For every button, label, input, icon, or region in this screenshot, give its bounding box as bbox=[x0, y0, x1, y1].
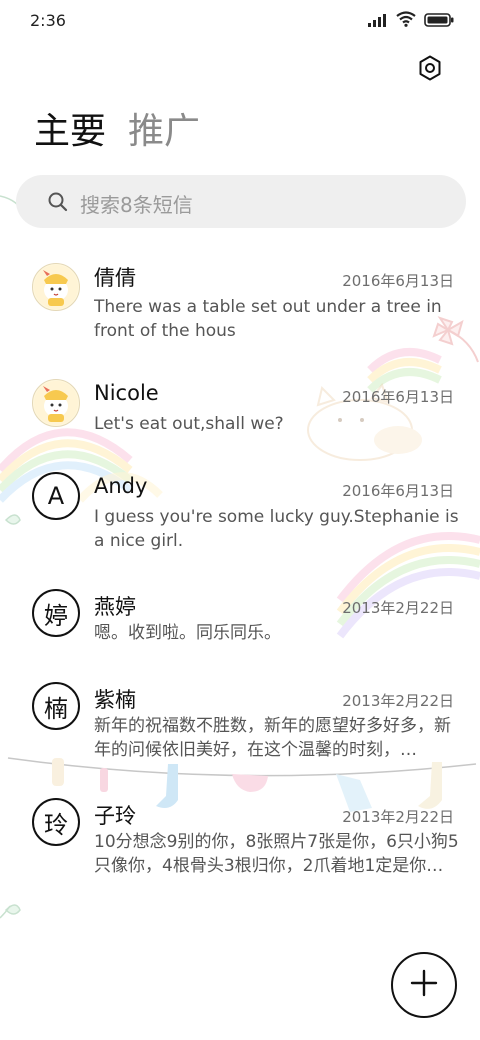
contact-name: Andy bbox=[94, 474, 148, 498]
contact-name: 紫楠 bbox=[94, 688, 136, 712]
conversation-item[interactable]: 婷 燕婷 2013年2月22日 嗯。收到啦。同乐同乐。 bbox=[0, 587, 480, 657]
message-preview: Let's eat out,shall we? bbox=[94, 414, 284, 434]
messages-screen: 2:36 主要 推广 搜索8条短信 倩倩 2016年6月13日 There wa… bbox=[0, 0, 480, 1040]
avatar: 婷 bbox=[32, 589, 80, 637]
status-time: 2:36 bbox=[30, 11, 66, 30]
status-icons bbox=[368, 11, 454, 31]
tab-primary[interactable]: 主要 bbox=[34, 110, 106, 154]
battery-icon bbox=[424, 12, 454, 31]
message-date: 2013年2月22日 bbox=[342, 692, 454, 710]
message-preview: 新年的祝福数不胜数，新年的愿望好多好多，新年的问候依旧美好，在这个温馨的时刻，… bbox=[94, 716, 451, 760]
message-date: 2016年6月13日 bbox=[342, 388, 454, 406]
conversation-item[interactable]: 玲 子玲 2013年2月22日 10分想念9别的你，8张照片7张是你，6只小狗5… bbox=[0, 796, 480, 886]
wifi-icon bbox=[396, 11, 416, 31]
contact-name: 子玲 bbox=[94, 804, 136, 828]
settings-button[interactable] bbox=[412, 52, 448, 88]
plus-icon bbox=[410, 969, 438, 1001]
signal-icon bbox=[368, 12, 388, 31]
conversation-item[interactable]: Nicole 2016年6月13日 Let's eat out,shall we… bbox=[0, 376, 480, 450]
message-preview: 嗯。收到啦。同乐同乐。 bbox=[94, 623, 281, 643]
avatar bbox=[32, 379, 80, 427]
avatar: 玲 bbox=[32, 798, 80, 846]
contact-name: Nicole bbox=[94, 381, 159, 405]
message-preview: 10分想念9别的你，8张照片7张是你，6只小狗5只像你，4根骨头3根归你，2爪着… bbox=[94, 832, 459, 876]
avatar: A bbox=[32, 472, 80, 520]
new-message-button[interactable] bbox=[391, 952, 457, 1018]
avatar bbox=[32, 263, 80, 311]
avatar: 楠 bbox=[32, 682, 80, 730]
conversation-item[interactable]: A Andy 2016年6月13日 I guess you're some lu… bbox=[0, 470, 480, 560]
message-date: 2013年2月22日 bbox=[342, 599, 454, 617]
conversation-item[interactable]: 楠 紫楠 2013年2月22日 新年的祝福数不胜数，新年的愿望好多好多，新年的问… bbox=[0, 680, 480, 770]
contact-name: 倩倩 bbox=[94, 266, 136, 290]
conversation-item[interactable]: 倩倩 2016年6月13日 There was a table set out … bbox=[0, 258, 480, 358]
category-tabs: 主要 推广 bbox=[34, 110, 200, 154]
message-date: 2016年6月13日 bbox=[342, 482, 454, 500]
status-bar: 2:36 bbox=[0, 0, 480, 40]
message-date: 2016年6月13日 bbox=[342, 272, 454, 290]
settings-icon bbox=[418, 55, 442, 85]
message-preview: There was a table set out under a tree i… bbox=[94, 297, 442, 341]
message-preview: I guess you're some lucky guy.Stephanie … bbox=[94, 507, 459, 551]
contact-name: 燕婷 bbox=[94, 595, 136, 619]
search-bar[interactable]: 搜索8条短信 bbox=[16, 175, 466, 228]
tab-promotions[interactable]: 推广 bbox=[128, 110, 200, 154]
message-date: 2013年2月22日 bbox=[342, 808, 454, 826]
search-input[interactable]: 搜索8条短信 bbox=[80, 189, 193, 218]
search-icon bbox=[47, 191, 69, 213]
